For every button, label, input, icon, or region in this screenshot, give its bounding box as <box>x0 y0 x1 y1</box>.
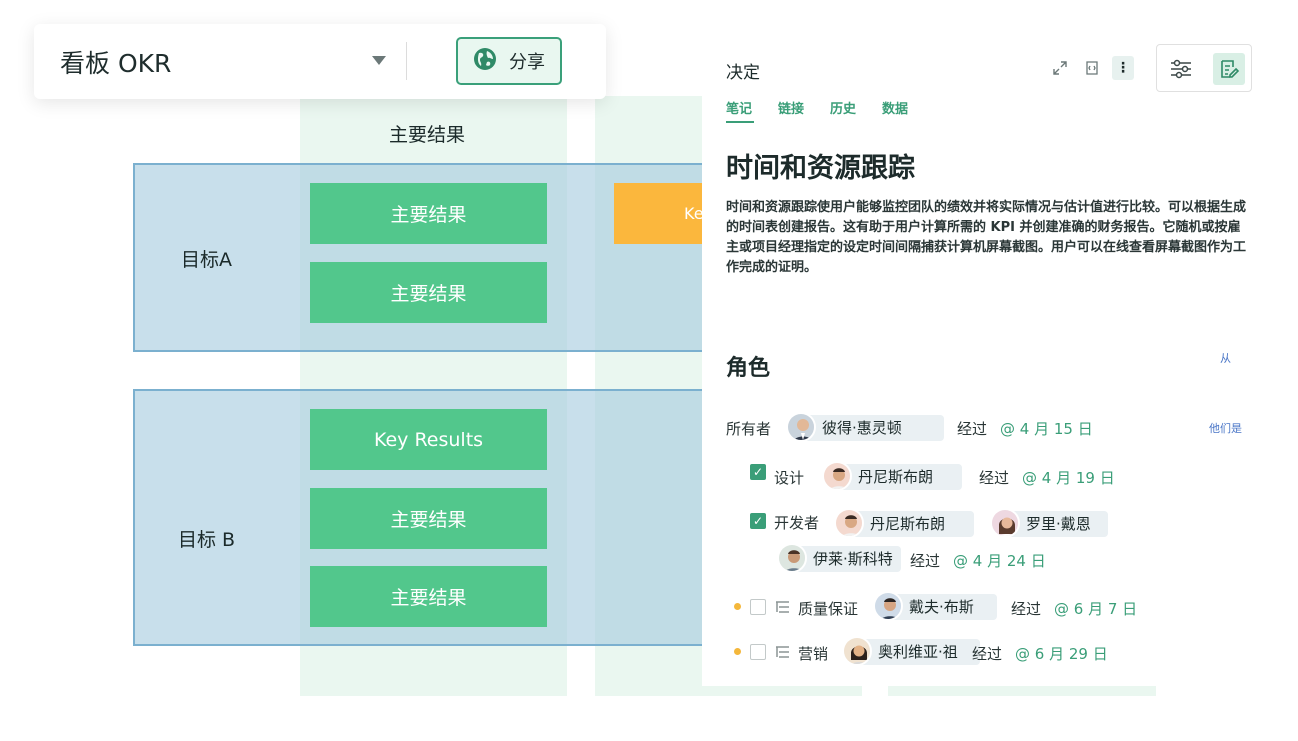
avatar <box>842 636 872 666</box>
checkbox-icon[interactable] <box>750 599 766 615</box>
okr-board-screen: 主要结果 目标A 目标 B 主要结果 主要结果 Ke Key Results 主… <box>0 0 1298 741</box>
person-chip[interactable]: 戴夫·布斯 <box>873 591 997 621</box>
key-result-card[interactable]: 主要结果 <box>310 566 547 627</box>
key-result-card[interactable]: Key Results <box>310 409 547 470</box>
header-divider <box>406 42 407 80</box>
tab-history[interactable]: 历史 <box>830 98 856 117</box>
roles-heading: 角色 <box>726 356 771 381</box>
person-name: 伊莱·斯科特 <box>813 550 893 568</box>
avatar <box>822 461 852 491</box>
avatar <box>834 508 864 538</box>
share-button[interactable]: 分享 <box>456 37 562 85</box>
design-label: 设计 <box>774 469 805 487</box>
avatar <box>786 412 816 442</box>
owner-label: 所有者 <box>726 420 772 438</box>
person-chip[interactable]: 罗里·戴恩 <box>990 508 1108 538</box>
developer-label: 开发者 <box>774 514 820 532</box>
person-chip[interactable]: 丹尼斯布朗 <box>822 461 962 491</box>
person-chip[interactable]: 彼得·惠灵顿 <box>786 412 944 442</box>
board-title[interactable]: 看板 OKR <box>60 44 171 80</box>
due-date[interactable]: @ 6 月 7 日 <box>1054 598 1137 619</box>
active-tab-indicator <box>726 121 754 123</box>
section-heading: 时间和资源跟踪 <box>726 153 915 184</box>
avatar <box>990 508 1020 538</box>
checkbox-icon[interactable]: ✓ <box>750 513 766 529</box>
due-date[interactable]: @ 4 月 19 日 <box>1022 467 1115 488</box>
tab-data[interactable]: 数据 <box>882 98 908 117</box>
globe-icon <box>473 47 497 76</box>
person-name: 罗里·戴恩 <box>1026 515 1091 533</box>
orange-key-result-card[interactable]: Ke <box>614 183 713 244</box>
status-dot <box>734 603 741 610</box>
from-link[interactable]: 从 <box>1220 350 1231 366</box>
tab-notes[interactable]: 笔记 <box>726 98 752 117</box>
key-result-card[interactable]: 主要结果 <box>310 262 547 323</box>
person-name: 丹尼斯布朗 <box>870 515 946 533</box>
checkbox-icon[interactable] <box>750 644 766 660</box>
avatar <box>777 543 807 573</box>
via-label: 经过 <box>979 469 1010 487</box>
edit-notes-icon[interactable] <box>1213 53 1245 85</box>
caret-down-icon[interactable] <box>372 56 386 65</box>
filter-icon[interactable] <box>1167 55 1195 83</box>
column-header: 主要结果 <box>389 124 466 146</box>
via-label: 经过 <box>972 645 1003 663</box>
person-name: 戴夫·布斯 <box>909 598 974 616</box>
expand-icon[interactable] <box>1050 58 1070 78</box>
person-name: 丹尼斯布朗 <box>858 468 934 486</box>
status-dot <box>734 648 741 655</box>
person-chip[interactable]: 丹尼斯布朗 <box>834 508 974 538</box>
person-name: 奥利维亚·祖 <box>878 643 958 661</box>
marketing-label: 营销 <box>798 645 829 663</box>
person-chip[interactable]: 奥利维亚·祖 <box>842 636 980 666</box>
qa-label: 质量保证 <box>798 600 859 618</box>
subtask-icon <box>776 646 789 658</box>
person-name: 彼得·惠灵顿 <box>822 419 902 437</box>
more-icon[interactable]: ⋮ <box>1112 56 1134 80</box>
due-date[interactable]: @ 6 月 29 日 <box>1015 643 1108 664</box>
they-link[interactable]: 他们是 <box>1209 420 1242 436</box>
panel-title: 决定 <box>726 63 760 83</box>
due-date[interactable]: @ 4 月 15 日 <box>1000 418 1093 439</box>
key-result-card[interactable]: 主要结果 <box>310 183 547 244</box>
panel-toolbox <box>1156 44 1252 92</box>
detail-panel: 决定 ⋮ 笔记 链接 历史 数据 时间和资源跟踪 时间和资源跟踪使用户能够监控团… <box>702 40 1298 686</box>
avatar <box>873 591 903 621</box>
share-label: 分享 <box>509 52 545 73</box>
key-result-card[interactable]: 主要结果 <box>310 488 547 549</box>
objective-a-label: 目标A <box>181 249 232 271</box>
embed-icon[interactable] <box>1082 58 1102 78</box>
tab-links[interactable]: 链接 <box>778 98 804 117</box>
via-label: 经过 <box>910 552 941 570</box>
due-date[interactable]: @ 4 月 24 日 <box>953 550 1046 571</box>
via-label: 经过 <box>1011 600 1042 618</box>
via-label: 经过 <box>957 420 988 438</box>
person-chip[interactable]: 伊莱·斯科特 <box>777 543 901 573</box>
board-header: 看板 OKR 分享 <box>34 24 606 99</box>
section-description: 时间和资源跟踪使用户能够监控团队的绩效并将实际情况与估计值进行比较。可以根据生成… <box>726 200 1247 275</box>
subtask-icon <box>776 601 789 613</box>
objective-b-label: 目标 B <box>178 529 236 551</box>
checkbox-icon[interactable]: ✓ <box>750 464 766 480</box>
